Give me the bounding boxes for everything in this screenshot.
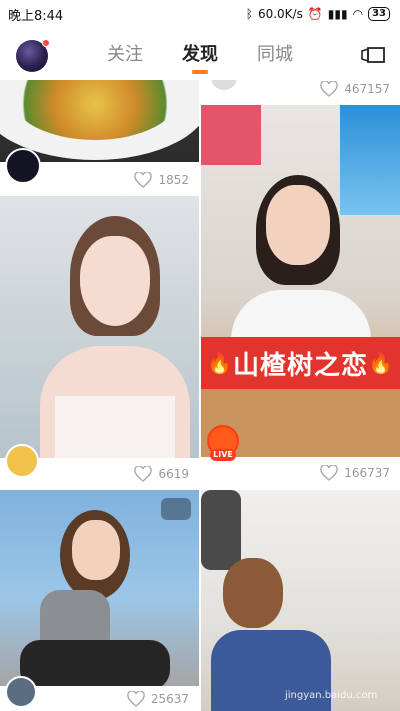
card-footer: 6619 — [0, 458, 199, 490]
active-tab-indicator — [192, 70, 208, 74]
like-count: 6619 — [158, 467, 189, 481]
heart-icon[interactable] — [320, 81, 338, 97]
banner-text: 山楂树之恋 — [232, 350, 368, 381]
background-person — [201, 490, 241, 570]
subject-head — [223, 558, 283, 628]
card-thumbnail: 🔥 山楂树之恋 🔥 — [201, 105, 400, 457]
feed-card-food[interactable]: 1852 — [0, 80, 199, 194]
tab-local[interactable]: 同城 — [250, 40, 300, 66]
battery-indicator: 33 — [368, 7, 390, 21]
signal-icon: ▮▮▮ — [327, 7, 348, 21]
discover-feed: 1852 467157 🔥 山楂树之恋 🔥 LIVE 166737 6619 2… — [0, 80, 400, 711]
feed-card-boy[interactable] — [201, 490, 400, 711]
flame-icon: 🔥 — [207, 351, 233, 375]
like-count: 467157 — [344, 82, 390, 96]
feed-card-portrait[interactable]: 6619 — [0, 196, 199, 488]
card-footer: 467157 — [201, 80, 400, 104]
like-count: 1852 — [158, 173, 189, 187]
subject-legs — [20, 640, 170, 686]
heart-icon[interactable] — [320, 465, 338, 481]
bluetooth-icon: ᛒ — [245, 7, 253, 21]
network-speed: 60.0K/s — [257, 7, 303, 21]
wifi-icon: ◠ — [352, 7, 364, 21]
background-screen — [201, 105, 261, 165]
feed-card-live[interactable]: 🔥 山楂树之恋 🔥 LIVE 166737 — [201, 105, 400, 487]
live-banner: 🔥 山楂树之恋 🔥 — [201, 337, 400, 389]
card-footer: 166737 — [201, 457, 400, 489]
streamer-face — [266, 185, 330, 265]
background-window — [340, 105, 400, 215]
like-count: 166737 — [344, 466, 390, 480]
feed-card-top-right[interactable]: 467157 — [201, 80, 400, 102]
main-tabs: 关注 发现 同城 — [100, 40, 300, 66]
heart-icon[interactable] — [134, 466, 153, 482]
subject-top — [55, 396, 175, 458]
alarm-icon: ⏰ — [307, 7, 323, 21]
subject-face — [72, 520, 120, 580]
flame-icon: 🔥 — [368, 351, 394, 375]
tab-follow[interactable]: 关注 — [100, 40, 150, 66]
like-count: 25637 — [150, 692, 189, 706]
watermark: jingyan.baidu.com — [285, 690, 378, 701]
card-thumbnail — [0, 196, 199, 458]
status-time: 晚上8:44 — [8, 8, 64, 24]
layout-toggle-icon[interactable] — [360, 46, 386, 64]
card-thumbnail — [201, 490, 400, 711]
card-footer: 25637 — [0, 686, 199, 711]
heart-icon[interactable] — [127, 691, 145, 707]
card-thumbnail — [0, 490, 199, 686]
multi-image-icon — [161, 498, 191, 520]
card-footer: 1852 — [0, 164, 199, 196]
heart-icon[interactable] — [134, 172, 153, 188]
top-header: 关注 发现 同城 — [0, 28, 400, 80]
subject-face — [80, 236, 150, 326]
status-indicators: ᛒ 60.0K/s ⏰ ▮▮▮ ◠ 33 — [246, 7, 390, 21]
feed-card-fashion[interactable]: 25637 — [0, 490, 199, 711]
tab-discover[interactable]: 发现 — [175, 40, 225, 66]
status-bar: 晚上8:44 ᛒ 60.0K/s ⏰ ▮▮▮ ◠ 33 — [0, 0, 400, 28]
notification-dot — [42, 39, 50, 47]
